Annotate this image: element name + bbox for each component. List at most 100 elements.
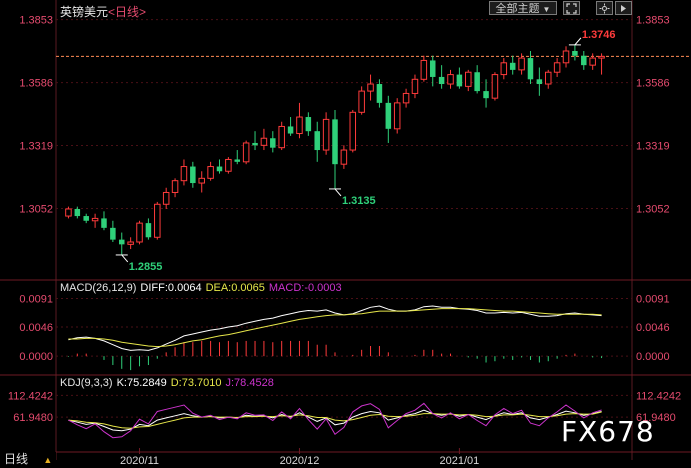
theme-dropdown-label: 全部主题 <box>495 3 540 15</box>
candle-body-up <box>136 222 143 243</box>
macd-legend: MACD(26,12,9) DIFF:0.0064 DEA:0.0065 MACD:-… <box>60 282 346 294</box>
annotation-pointer <box>121 254 129 263</box>
candle-body-down <box>527 58 534 80</box>
fullscreen-icon <box>566 3 577 14</box>
candle-body-down <box>376 84 383 103</box>
candle-body-up <box>171 180 179 193</box>
candle-body-up <box>65 208 72 217</box>
settings-icon <box>599 3 610 14</box>
kdj-legend: KDJ(9,3,3) K:75.2849 D:73.7010 J:78.4528 <box>60 377 278 389</box>
price-tick-label-right: 1.3586 <box>636 78 670 90</box>
macd-layer <box>67 305 603 371</box>
candle-body-down <box>314 131 320 151</box>
price-tick-label-left: 1.3586 <box>19 78 53 90</box>
candle-body-up <box>349 111 357 151</box>
chart-window[interactable]: 1.3853 1.3853 1.3586 1.3586 1.3319 1.3319 1.30… <box>0 0 691 467</box>
candle-body-up <box>162 191 170 205</box>
d-value: D:73.7010 <box>170 377 222 389</box>
period-label: <日线> <box>108 5 147 19</box>
candle-body-down <box>83 216 89 221</box>
candlestick-chart[interactable]: 1.3853 1.3853 1.3586 1.3586 1.3319 1.3319 1.30… <box>0 0 691 467</box>
price-tick-label-left: 1.3853 <box>19 15 53 27</box>
candle-body-down <box>287 126 294 134</box>
candle-body-down <box>305 117 312 132</box>
candle-body-down <box>385 102 392 129</box>
period-switcher-label: 日线 <box>4 452 29 466</box>
macd-tick-label-left: 0.0091 <box>19 293 53 305</box>
candle-body-up <box>562 50 570 64</box>
candle-body-down <box>332 119 338 165</box>
candle-body-down <box>509 62 516 70</box>
candle-body-up <box>207 166 214 179</box>
candle-body-down <box>456 74 463 87</box>
chart-title: 英镑美元<日线> <box>60 3 146 20</box>
candle-body-up <box>500 62 508 76</box>
symbol-name: 英镑美元 <box>60 5 109 19</box>
candle-body-up <box>225 158 232 172</box>
price-annotation: 1.3135 <box>342 195 376 207</box>
macd-tick-label-right: 0.0091 <box>636 293 670 305</box>
theme-dropdown[interactable]: 全部主题 ▼ <box>489 1 557 15</box>
candle-body-up <box>518 57 525 71</box>
price-tick-label-left: 1.3319 <box>19 141 53 153</box>
candle-body-down <box>101 218 107 228</box>
candle-body-down <box>74 208 81 217</box>
x-tick-label: 2021/01 <box>440 455 480 467</box>
candle-body-down <box>190 166 196 184</box>
candle-body-up <box>465 71 472 87</box>
chevron-down-icon: ▼ <box>542 5 551 14</box>
candle-body-down <box>216 166 223 172</box>
dea-line <box>68 308 602 348</box>
period-switcher[interactable]: 日线 ▲ <box>0 452 56 467</box>
k-value: K:75.2849 <box>116 377 167 389</box>
kdj-params: KDJ(9,3,3) <box>60 377 113 389</box>
fullscreen-button[interactable] <box>563 1 580 15</box>
settings-button[interactable] <box>596 1 613 15</box>
candle-body-down <box>145 223 152 238</box>
candle-body-down <box>429 60 436 77</box>
candle-body-up <box>411 78 419 94</box>
candle-body-up <box>544 71 552 85</box>
axis-layer: 1.3853 1.3853 1.3586 1.3586 1.3319 1.3319 1.30… <box>8 15 681 467</box>
candle-body-down <box>581 55 587 66</box>
candle-body-down <box>118 239 125 245</box>
price-tick-label-right: 1.3052 <box>636 204 670 216</box>
macd-tick-label-right: 0.0000 <box>636 351 670 363</box>
candle-body-down <box>110 227 116 240</box>
candle-body-up <box>154 203 161 238</box>
candle-body-up <box>402 92 410 104</box>
candle-body-up <box>447 74 454 85</box>
candle-body-down <box>270 138 276 148</box>
diff-value: DIFF:0.0064 <box>140 282 202 294</box>
candle-body-up <box>242 142 250 163</box>
candle-body-up <box>553 62 561 73</box>
chevron-up-icon: ▲ <box>43 455 53 465</box>
candle-body-up <box>340 149 348 165</box>
candle-body-up <box>322 118 330 151</box>
macd-value: MACD:-0.0003 <box>268 282 342 294</box>
price-layer <box>56 37 691 263</box>
watermark: FX678 <box>561 415 655 448</box>
candle-body-up <box>491 74 499 99</box>
annotation-pointer <box>574 37 582 46</box>
price-tick-label-right: 1.3319 <box>636 141 670 153</box>
j-value: J:78.4528 <box>225 377 274 389</box>
macd-params: MACD(26,12,9) <box>60 282 137 294</box>
candle-body-down <box>572 51 578 56</box>
candle-body-up <box>91 217 99 222</box>
candle-body-down <box>252 142 258 146</box>
candle-body-up <box>198 177 205 184</box>
macd-tick-label-left: 0.0000 <box>19 351 53 363</box>
annotation-pointer <box>334 188 342 197</box>
candle-body-up <box>393 102 401 130</box>
candle-body-down <box>438 76 445 85</box>
candle-body-down <box>474 72 480 92</box>
candle-body-up <box>589 57 596 66</box>
price-annotation: 1.3746 <box>582 29 616 41</box>
kdj-tick-label-left: 61.9480 <box>13 412 53 424</box>
dea-value: DEA:0.0065 <box>205 282 265 294</box>
candle-body-up <box>127 241 134 245</box>
scroll-right-button[interactable] <box>615 1 632 15</box>
price-tick-label-left: 1.3052 <box>19 204 53 216</box>
candle-body-up <box>260 137 268 146</box>
